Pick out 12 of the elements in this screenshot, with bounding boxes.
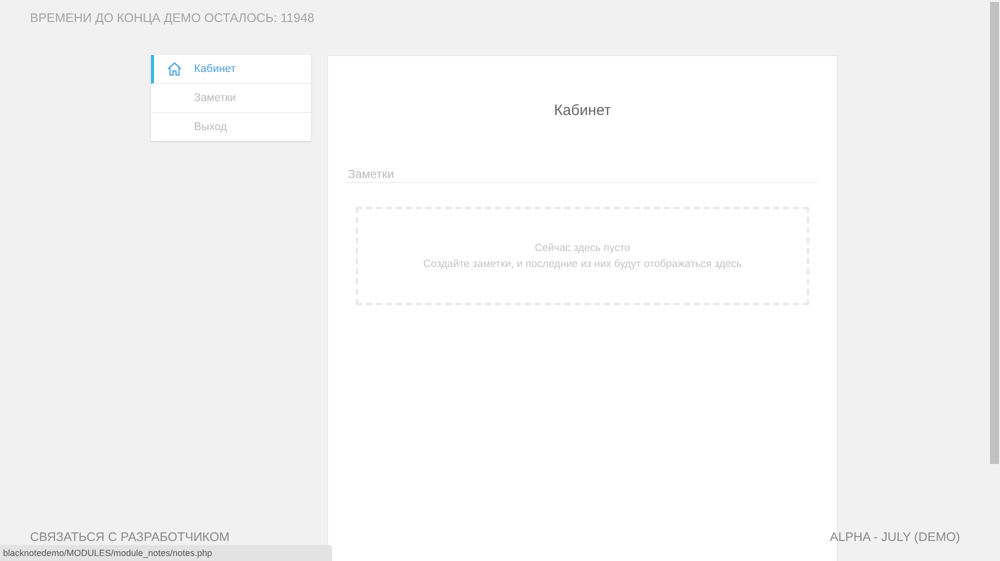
section-heading: Заметки (348, 167, 817, 183)
sidebar-item[interactable]: Заметки (151, 84, 311, 113)
contact-link[interactable]: СВЯЗАТЬСЯ С РАЗРАБОТЧИКОМ (30, 530, 230, 544)
status-url: blacknotedemo/MODULES/module_notes/notes.php (0, 545, 332, 561)
sidebar-item[interactable]: Выход (151, 113, 311, 141)
page-title: Кабинет (552, 102, 612, 119)
demo-notice: ВРЕМЕНИ ДО КОНЦА ДЕМО ОСТАЛОСЬ: 11948 (30, 11, 316, 27)
empty-title: Сейчас здесь пусто (534, 242, 630, 254)
sidebar-item[interactable]: Кабинет (151, 55, 311, 84)
version-label: ALPHA - JULY (DEMO) (830, 530, 960, 544)
home-icon (166, 62, 182, 76)
empty-text: Создайте заметки, и последние из них будут отображаться здесь (423, 258, 742, 270)
